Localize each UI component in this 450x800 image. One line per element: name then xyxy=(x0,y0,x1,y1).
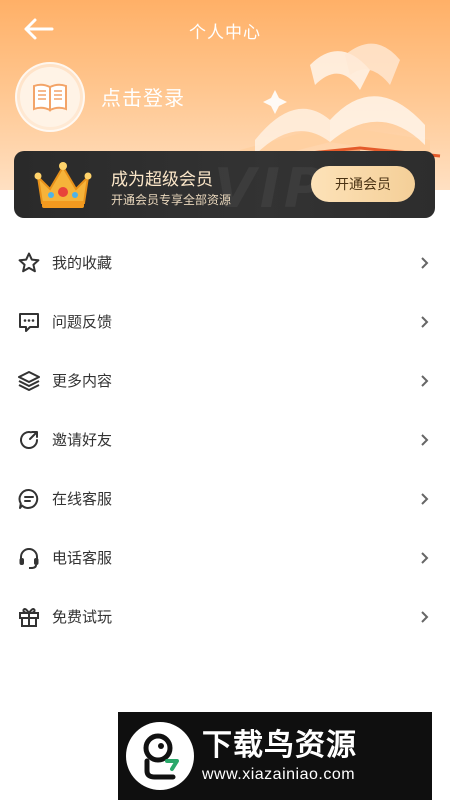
menu-item-label: 电话客服 xyxy=(52,549,113,567)
menu-item-invite-friends[interactable]: 邀请好友 xyxy=(0,410,450,469)
layers-icon xyxy=(16,368,42,394)
login-link[interactable]: 点击登录 xyxy=(101,82,185,111)
feedback-icon xyxy=(16,309,42,335)
menu-item-label: 我的收藏 xyxy=(52,254,113,272)
menu-item-phone-service[interactable]: 电话客服 xyxy=(0,528,450,587)
menu-item-label: 免费试玩 xyxy=(52,608,113,626)
site-watermark: 下载鸟资源 www.xiazainiao.com xyxy=(118,712,432,800)
menu-item-favorites[interactable]: 我的收藏 xyxy=(0,233,450,292)
avatar[interactable] xyxy=(15,62,85,132)
watermark-url: www.xiazainiao.com xyxy=(202,766,356,783)
menu-item-label: 在线客服 xyxy=(52,490,113,508)
gift-icon xyxy=(16,604,42,630)
crown-icon xyxy=(34,162,92,208)
open-vip-button[interactable]: 开通会员 xyxy=(311,166,415,202)
chevron-right-icon xyxy=(418,550,430,566)
chevron-right-icon xyxy=(418,373,430,389)
menu-item-feedback[interactable]: 问题反馈 xyxy=(0,292,450,351)
book-illustration xyxy=(239,43,441,166)
chevron-right-icon xyxy=(418,491,430,507)
menu-list: 我的收藏 问题反馈 更多内容 邀请好友 在线客服 电话客服 免费试玩 xyxy=(0,233,450,646)
star-icon xyxy=(16,250,42,276)
menu-item-free-trial[interactable]: 免费试玩 xyxy=(0,587,450,646)
menu-item-more-content[interactable]: 更多内容 xyxy=(0,351,450,410)
avatar-placeholder xyxy=(20,67,80,127)
watermark-title: 下载鸟资源 xyxy=(202,728,357,763)
menu-item-label: 问题反馈 xyxy=(52,313,113,331)
book-icon xyxy=(33,83,67,112)
vip-title: 成为超级会员 xyxy=(111,170,213,190)
share-icon xyxy=(16,427,42,453)
chevron-right-icon xyxy=(418,609,430,625)
menu-item-label: 邀请好友 xyxy=(52,431,113,449)
page-title: 个人中心 xyxy=(189,23,261,43)
bird-logo-icon xyxy=(126,722,194,790)
headset-icon xyxy=(16,545,42,571)
chat-icon xyxy=(16,486,42,512)
chevron-right-icon xyxy=(418,314,430,330)
vip-subtitle: 开通会员专享全部资源 xyxy=(111,193,232,207)
vip-banner: VIP 成为超级会员 开通会员专享全部资源 开通会员 xyxy=(14,151,435,218)
chevron-right-icon xyxy=(418,255,430,271)
chevron-right-icon xyxy=(418,432,430,448)
menu-item-online-service[interactable]: 在线客服 xyxy=(0,469,450,528)
menu-item-label: 更多内容 xyxy=(52,372,113,390)
